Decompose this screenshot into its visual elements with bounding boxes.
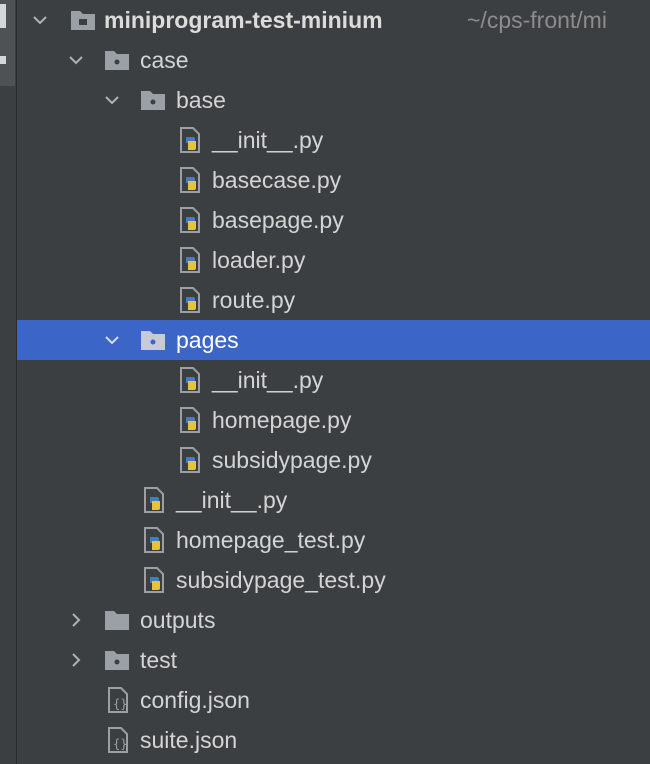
project-tree: miniprogram-test-minium ~/cps-front/mi c…: [17, 0, 650, 764]
tree-row-file[interactable]: loader.py: [17, 240, 650, 280]
file-label: basecase.py: [212, 166, 342, 193]
chevron-down-icon[interactable]: [69, 53, 83, 67]
tool-window-stripe: [0, 0, 17, 764]
python-file-icon: [177, 207, 203, 233]
folder-package-icon: [140, 327, 166, 353]
tree-row-file[interactable]: route.py: [17, 280, 650, 320]
python-file-icon: [141, 567, 167, 593]
tree-row-project-root[interactable]: miniprogram-test-minium ~/cps-front/mi: [17, 0, 650, 40]
tree-row-file[interactable]: {} config.json: [17, 680, 650, 720]
file-label: __init__.py: [212, 126, 324, 153]
tree-row-file[interactable]: __init__.py: [17, 360, 650, 400]
project-path: ~/cps-front/mi: [467, 6, 607, 33]
folder-package-icon: [104, 47, 130, 73]
tree-row-file[interactable]: __init__.py: [17, 120, 650, 160]
json-file-icon: {}: [105, 727, 131, 753]
chevron-down-icon[interactable]: [105, 93, 119, 107]
svg-text:{}: {}: [113, 737, 127, 751]
folder-icon: [104, 607, 130, 633]
folder-package-icon: [140, 87, 166, 113]
python-file-icon: [141, 527, 167, 553]
file-label: subsidypage.py: [212, 446, 372, 473]
python-file-icon: [177, 127, 203, 153]
file-label: __init__.py: [176, 486, 288, 513]
project-name: miniprogram-test-minium: [104, 6, 383, 33]
python-file-icon: [177, 367, 203, 393]
tab-mark: [0, 4, 6, 28]
tree-row-file[interactable]: homepage.py: [17, 400, 650, 440]
tree-row-folder-base[interactable]: base: [17, 80, 650, 120]
folder-label: pages: [176, 326, 239, 353]
tree-row-folder-test[interactable]: test: [17, 640, 650, 680]
file-label: route.py: [212, 286, 296, 313]
folder-module-icon: [70, 7, 96, 33]
file-label: __init__.py: [212, 366, 324, 393]
python-file-icon: [177, 247, 203, 273]
python-file-icon: [177, 407, 203, 433]
file-label: basepage.py: [212, 206, 344, 233]
tree-row-folder-outputs[interactable]: outputs: [17, 600, 650, 640]
chevron-down-icon[interactable]: [33, 13, 47, 27]
file-label: subsidypage_test.py: [176, 566, 386, 593]
tree-row-file[interactable]: homepage_test.py: [17, 520, 650, 560]
tree-row-file[interactable]: basepage.py: [17, 200, 650, 240]
json-file-icon: {}: [105, 687, 131, 713]
svg-text:{}: {}: [113, 697, 127, 711]
file-label: suite.json: [140, 726, 238, 753]
chevron-right-icon[interactable]: [69, 653, 83, 667]
tree-row-folder-case[interactable]: case: [17, 40, 650, 80]
file-label: config.json: [140, 686, 250, 713]
tree-row-folder-pages[interactable]: pages: [17, 320, 650, 360]
file-label: homepage_test.py: [176, 526, 366, 553]
folder-label: outputs: [140, 606, 216, 633]
folder-package-icon: [104, 647, 130, 673]
chevron-down-icon[interactable]: [105, 333, 119, 347]
tree-row-file[interactable]: __init__.py: [17, 480, 650, 520]
python-file-icon: [141, 487, 167, 513]
python-file-icon: [177, 287, 203, 313]
tree-row-file[interactable]: basecase.py: [17, 160, 650, 200]
project-tool-tab[interactable]: [0, 0, 15, 86]
tree-row-file[interactable]: subsidypage_test.py: [17, 560, 650, 600]
python-file-icon: [177, 167, 203, 193]
chevron-right-icon[interactable]: [69, 613, 83, 627]
folder-label: case: [140, 46, 189, 73]
tree-row-file[interactable]: {} suite.json: [17, 720, 650, 760]
folder-label: test: [140, 646, 178, 673]
tab-mark: [0, 56, 6, 64]
file-label: homepage.py: [212, 406, 352, 433]
file-label: loader.py: [212, 246, 306, 273]
tree-row-file[interactable]: subsidypage.py: [17, 440, 650, 480]
python-file-icon: [177, 447, 203, 473]
folder-label: base: [176, 86, 226, 113]
